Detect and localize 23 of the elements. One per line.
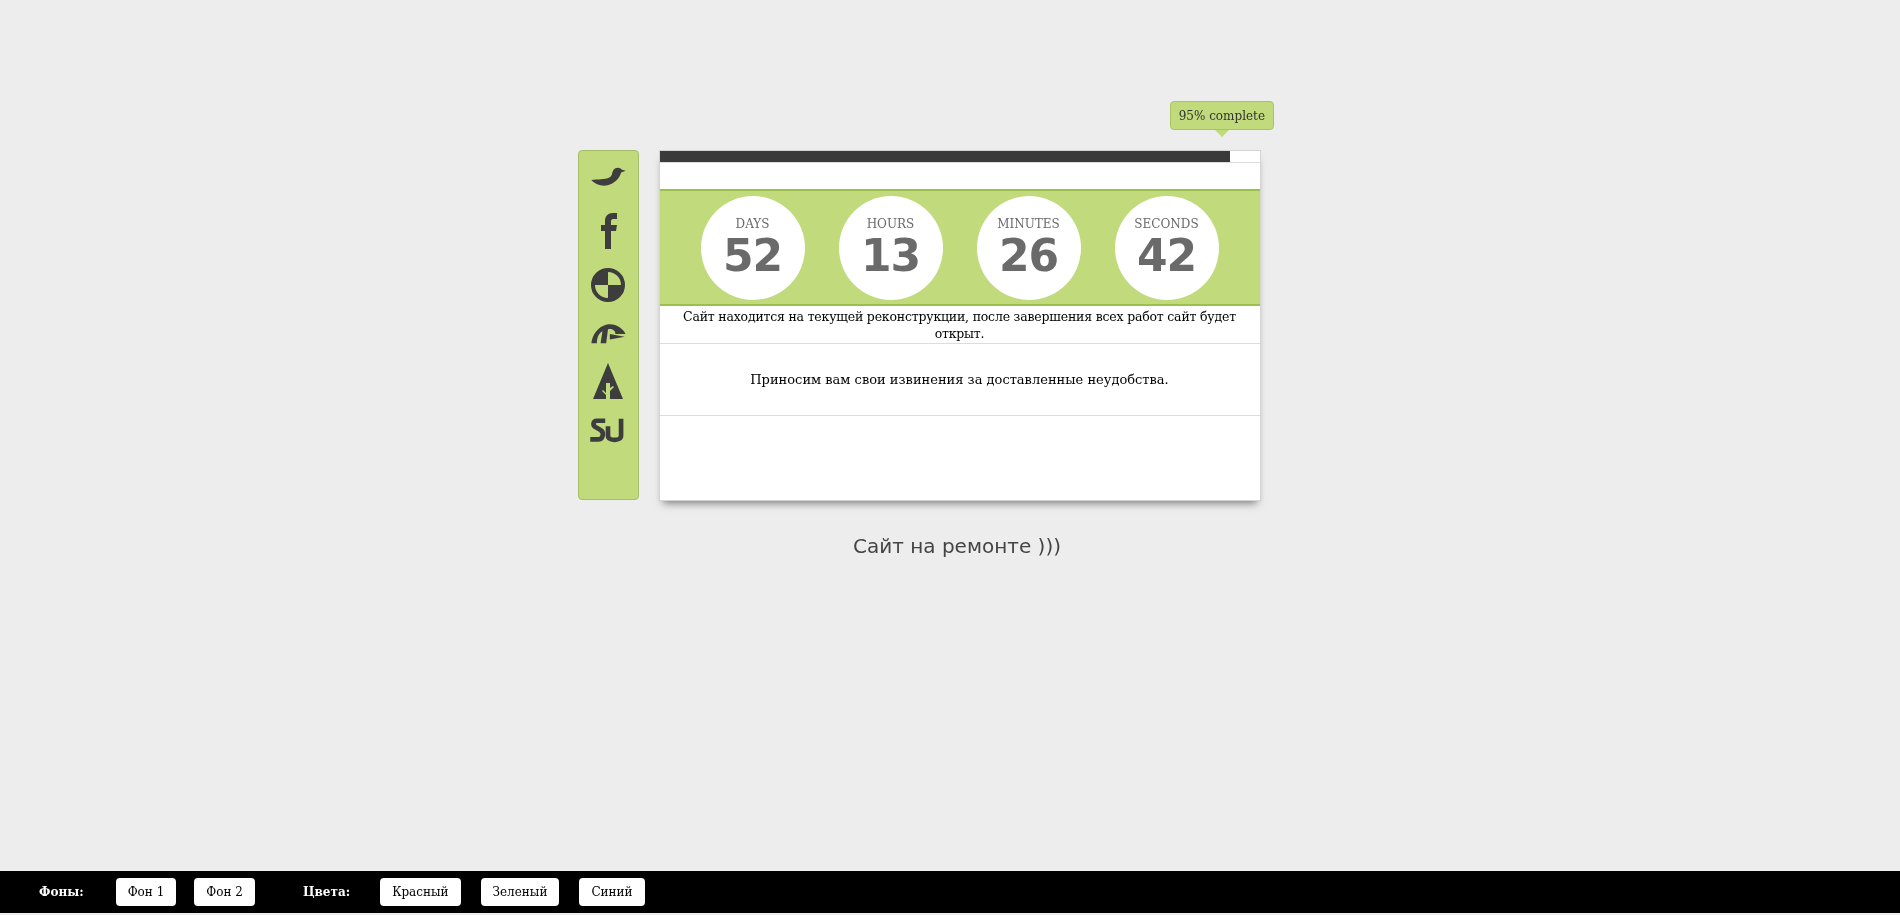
progress-tooltip: 95% complete	[1169, 101, 1274, 130]
background-button[interactable]: Фон 1	[115, 878, 177, 906]
status-message: Сайт находится на текущей реконструкции, после завершения всех работ сайт будет открыт.	[659, 306, 1260, 344]
ball-icon[interactable]	[590, 267, 626, 303]
apology-message: Приносим вам свои извинения за доставленные неудобства.	[750, 370, 1169, 389]
unit-label: DAYS	[735, 217, 770, 230]
unit-value: 42	[1137, 233, 1196, 278]
color-button[interactable]: Синий	[579, 878, 645, 906]
backgrounds-label: Фоны:	[39, 884, 84, 901]
page-caption: Сайт на ремонте )))	[852, 533, 1061, 560]
unit-label: MINUTES	[997, 217, 1060, 230]
colors-label: Цвета:	[302, 884, 351, 901]
unit-value: 26	[999, 233, 1058, 278]
unit-label: SECONDS	[1134, 217, 1199, 230]
color-button[interactable]: Красный	[380, 878, 461, 906]
color-button[interactable]: Зеленый	[480, 878, 560, 906]
unit-value: 13	[861, 233, 920, 278]
tooltip-pointer	[1214, 130, 1229, 137]
tree-icon[interactable]	[592, 363, 624, 399]
unit-value: 52	[723, 233, 782, 278]
background-button[interactable]: Фон 2	[194, 878, 255, 906]
letter-f-icon[interactable]	[598, 213, 618, 249]
unit-label: HOURS	[866, 217, 915, 230]
